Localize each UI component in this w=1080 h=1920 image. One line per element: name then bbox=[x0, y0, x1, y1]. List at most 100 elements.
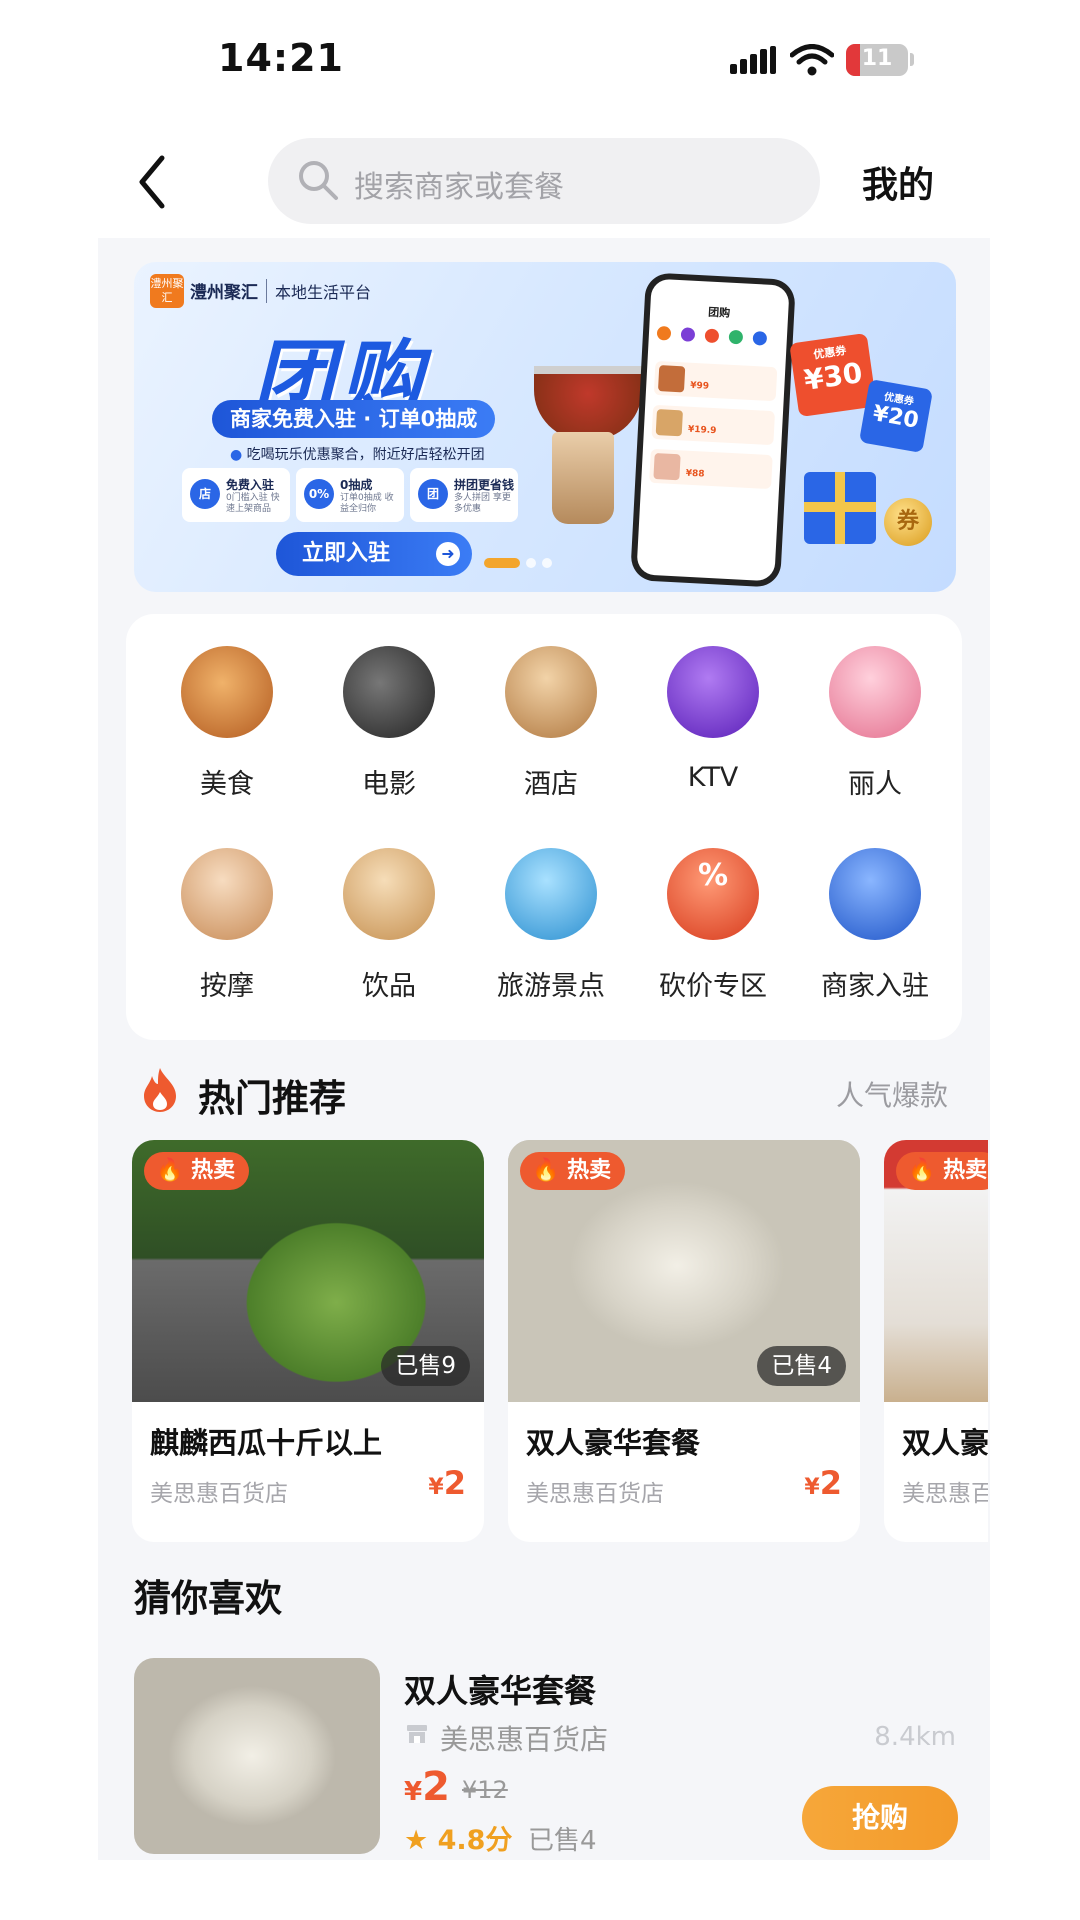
hot-card[interactable]: 🔥 热卖 已售4 双人豪华套餐 美思惠百货店 ¥2 bbox=[508, 1140, 860, 1542]
banner-subtitle-text: 吃喝玩乐优惠聚合，附近好店轻松开团 bbox=[246, 447, 485, 463]
category-label: 美食 bbox=[200, 769, 254, 800]
hot-card[interactable]: 🔥 热卖 双人豪华套餐 美思惠百货店 bbox=[884, 1140, 988, 1542]
category-bargain[interactable]: % 砍价专区 bbox=[638, 836, 788, 1016]
feature-desc: 多人拼团 享更多优惠 bbox=[454, 493, 511, 514]
gift-box-image bbox=[804, 472, 876, 544]
category-merchant-join[interactable]: 商家入驻 bbox=[800, 836, 950, 1016]
join-now-button[interactable]: 立即入驻 ➜ bbox=[276, 532, 472, 576]
location-pin-icon: ● bbox=[230, 447, 243, 463]
category-label: 旅游景点 bbox=[497, 971, 605, 1002]
hot-item-price: ¥2 bbox=[804, 1464, 842, 1502]
mine-button[interactable]: 我的 bbox=[862, 156, 934, 208]
store-icon: 店 bbox=[190, 479, 220, 509]
guess-item-distance: 8.4km bbox=[874, 1722, 956, 1752]
currency-symbol: ¥ bbox=[404, 1777, 423, 1807]
category-ktv[interactable]: KTV bbox=[638, 634, 788, 814]
hot-badge-text: 热卖 bbox=[567, 1158, 612, 1183]
shop-icon bbox=[407, 1725, 427, 1743]
hot-item-name: 双人豪华套餐 bbox=[902, 1426, 988, 1460]
category-label: 电影 bbox=[362, 769, 416, 800]
guess-item-price: ¥2 bbox=[404, 1764, 450, 1810]
movie-icon bbox=[343, 646, 435, 738]
search-input[interactable]: 搜索商家或套餐 bbox=[268, 138, 820, 224]
guess-item-shop: 美思惠百货店 bbox=[440, 1723, 609, 1756]
category-label: 砍价专区 bbox=[659, 971, 767, 1002]
hot-item-name: 麒麟西瓜十斤以上 bbox=[150, 1426, 383, 1460]
category-hotel[interactable]: 酒店 bbox=[476, 634, 626, 814]
banner-subtitle: ● 吃喝玩乐优惠聚合，附近好店轻松开团 bbox=[230, 444, 485, 464]
promo-banner[interactable]: 澧州聚汇 澧州聚汇 本地生活平台 团购 商家免费入驻 · 订单0抽成 ● 吃喝玩… bbox=[134, 262, 956, 592]
guess-section-title: 猜你喜欢 bbox=[134, 1577, 282, 1620]
category-label: 商家入驻 bbox=[821, 971, 929, 1002]
hotel-icon bbox=[505, 646, 597, 738]
food-icon bbox=[181, 646, 273, 738]
guess-item-rating: ★ 4.8分 bbox=[404, 1825, 513, 1856]
hot-carousel[interactable]: 🔥 热卖 已售9 麒麟西瓜十斤以上 美思惠百货店 ¥2 🔥 热卖 已售4 双人豪… bbox=[132, 1140, 988, 1546]
category-food[interactable]: 美食 bbox=[152, 634, 302, 814]
price-amount: 2 bbox=[819, 1464, 842, 1502]
percent-glyph: % bbox=[697, 858, 729, 893]
pager-dot bbox=[542, 557, 552, 568]
price-amount: 2 bbox=[443, 1464, 466, 1502]
category-grid: 美食 电影 酒店 KTV 丽人 按摩 饮品 旅游景点 % 砍价专区 商家入驻 bbox=[126, 614, 962, 1040]
feature-title: 免费入驻 bbox=[226, 478, 275, 492]
beauty-icon bbox=[829, 646, 921, 738]
phone-category-icons bbox=[656, 325, 779, 349]
hot-badge-text: 热卖 bbox=[943, 1158, 988, 1183]
search-placeholder: 搜索商家或套餐 bbox=[354, 170, 564, 205]
hot-badge: 🔥 热卖 bbox=[144, 1152, 250, 1190]
pager-dot bbox=[526, 557, 536, 568]
banner-slogan: 商家免费入驻 · 订单0抽成 bbox=[212, 400, 496, 438]
banner-brand: 澧州聚汇 bbox=[190, 283, 258, 303]
shop-join-icon bbox=[829, 848, 921, 940]
category-label: 按摩 bbox=[200, 971, 254, 1002]
status-bar: 14:21 11 bbox=[0, 0, 1080, 110]
hot-badge-text: 热卖 bbox=[191, 1158, 236, 1183]
milk-tea-image bbox=[552, 432, 614, 524]
join-now-label: 立即入驻 bbox=[302, 541, 391, 566]
hot-card[interactable]: 🔥 热卖 已售9 麒麟西瓜十斤以上 美思惠百货店 ¥2 bbox=[132, 1140, 484, 1542]
search-icon bbox=[299, 161, 338, 200]
banner-feature: 团 拼团更省钱 多人拼团 享更多优惠 bbox=[410, 468, 518, 522]
hot-item-price: ¥2 bbox=[428, 1464, 466, 1502]
wifi-icon bbox=[790, 44, 834, 76]
guess-list-item[interactable]: 双人豪华套餐 美思惠百货店 8.4km ¥2 ¥12 ★ 4.8分 已售4 抢购 bbox=[134, 1658, 960, 1858]
status-time: 14:21 bbox=[218, 36, 344, 80]
zero-percent-icon: 0% bbox=[304, 479, 334, 509]
hot-item-shop: 美思惠百货店 bbox=[902, 1481, 988, 1507]
sold-count-tag: 已售9 bbox=[381, 1346, 470, 1386]
back-button[interactable] bbox=[128, 152, 188, 212]
hot-item-shop: 美思惠百货店 bbox=[150, 1481, 288, 1507]
price-amount: 2 bbox=[422, 1764, 450, 1810]
phone-title: 团购 bbox=[707, 305, 731, 320]
category-massage[interactable]: 按摩 bbox=[152, 836, 302, 1016]
category-travel[interactable]: 旅游景点 bbox=[476, 836, 626, 1016]
cellular-signal-icon bbox=[730, 46, 776, 74]
phone-deal-row: ¥99 bbox=[653, 360, 778, 402]
bubble-tea-icon bbox=[343, 848, 435, 940]
banner-feature: 0% 0抽成 订单0抽成 收益全归你 bbox=[296, 468, 404, 522]
hot-badge: 🔥 热卖 bbox=[520, 1152, 626, 1190]
battery-tip bbox=[910, 53, 914, 66]
phone-deal-row: ¥88 bbox=[649, 448, 773, 490]
coupon-20: 优惠券 ¥20 bbox=[858, 378, 934, 454]
hot-item-shop: 美思惠百货店 bbox=[526, 1481, 664, 1507]
category-label: 丽人 bbox=[848, 769, 902, 800]
feature-title: 拼团更省钱 bbox=[454, 478, 515, 492]
feature-title: 0抽成 bbox=[340, 478, 373, 492]
currency-symbol: ¥ bbox=[428, 1475, 444, 1500]
group-icon: 团 bbox=[418, 479, 448, 509]
category-label: 酒店 bbox=[524, 769, 578, 800]
category-drinks[interactable]: 饮品 bbox=[314, 836, 464, 1016]
hot-section-more[interactable]: 人气爆款 bbox=[836, 1074, 948, 1114]
banner-pager bbox=[484, 552, 558, 568]
massage-icon bbox=[181, 848, 273, 940]
brand-logo: 澧州聚汇 bbox=[150, 274, 184, 308]
buy-now-button[interactable]: 抢购 bbox=[802, 1786, 958, 1850]
category-movie[interactable]: 电影 bbox=[314, 634, 464, 814]
feature-desc: 0门槛入驻 快速上架商品 bbox=[226, 493, 280, 514]
category-beauty[interactable]: 丽人 bbox=[800, 634, 950, 814]
guess-item-name: 双人豪华套餐 bbox=[404, 1672, 597, 1710]
guess-item-sold: 已售4 bbox=[528, 1826, 597, 1856]
hot-badge: 🔥 热卖 bbox=[896, 1152, 988, 1190]
